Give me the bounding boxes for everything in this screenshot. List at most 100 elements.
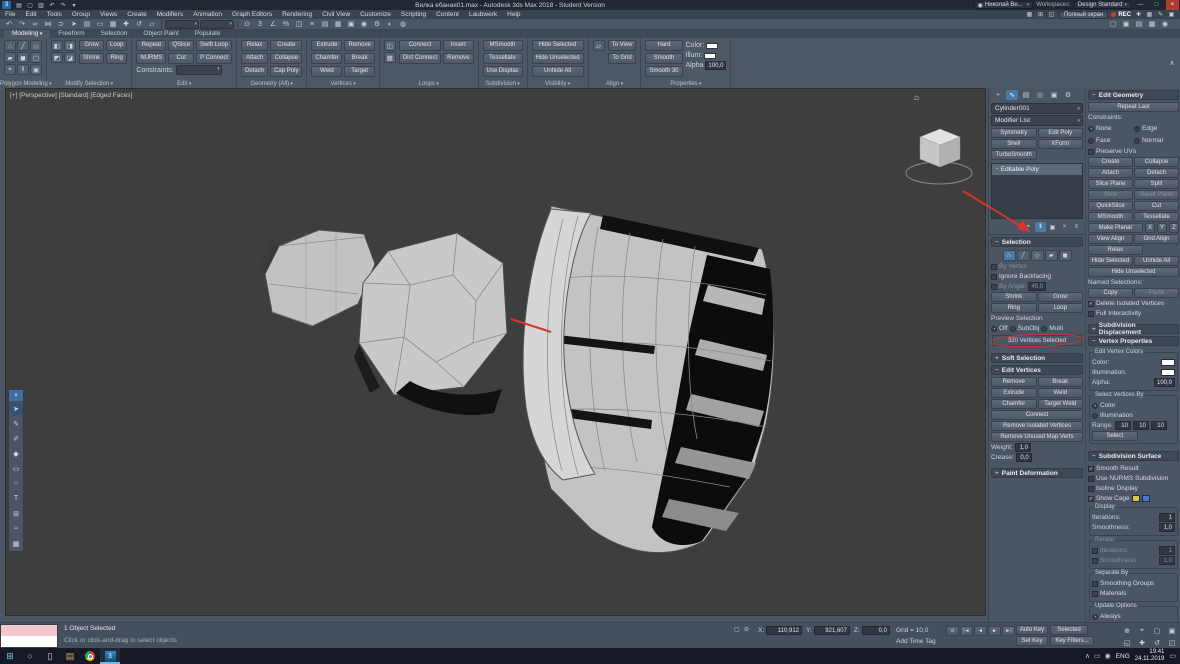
edit-vertices-button[interactable]: Weld	[1038, 388, 1084, 398]
show-end-result-icon[interactable]: ‖	[1035, 222, 1046, 232]
menu-item[interactable]: Edit	[20, 10, 41, 19]
smoothing-groups-checkbox[interactable]	[1092, 581, 1098, 587]
ribbon-button[interactable]: Hide Selected	[532, 40, 584, 51]
tab-object-paint[interactable]: Object Paint	[135, 30, 186, 38]
file-explorer-icon[interactable]: ▤	[60, 648, 80, 664]
use-nurms-checkbox[interactable]	[1088, 476, 1094, 482]
edit-geometry-button[interactable]: Tessellate	[1134, 212, 1179, 222]
snaps-toggle-icon[interactable]: 3	[254, 19, 266, 29]
circle-tool-icon[interactable]: ○	[9, 476, 23, 491]
user-account-dropdown[interactable]: ◉Николай Ве...	[974, 1, 1034, 9]
range-r-field[interactable]: 10	[1115, 421, 1131, 430]
weight-field[interactable]: 1,0	[1015, 443, 1031, 452]
paste-button[interactable]: Paste	[1134, 288, 1179, 298]
constraint-normal-radio[interactable]	[1134, 138, 1140, 144]
knife-tool-icon[interactable]: ◆	[9, 446, 23, 461]
render-smoothness-field[interactable]: 1,0	[1159, 556, 1175, 565]
hide-selected-button[interactable]: Hide Selected	[1088, 256, 1133, 266]
zoom-extents-all-icon[interactable]: ▣	[1165, 625, 1179, 636]
ribbon-button[interactable]: Chamfer	[311, 53, 342, 64]
rectangular-selection-region-icon[interactable]: ▭	[94, 19, 106, 29]
ribbon-button[interactable]: QSlice	[168, 40, 194, 51]
element-subobject-icon[interactable]: ◼	[1059, 250, 1072, 261]
view-cube[interactable]	[902, 115, 977, 195]
zoom-all-icon[interactable]: ⌖	[1135, 625, 1149, 636]
view-align-button[interactable]: View Align	[1088, 234, 1133, 244]
edge-subobject-icon[interactable]: ╱	[1017, 250, 1030, 261]
make-planar-icon[interactable]: ▱	[593, 40, 605, 51]
range-g-field[interactable]: 10	[1133, 421, 1149, 430]
pen-tool-icon[interactable]: ✎	[9, 416, 23, 431]
ribbon-button[interactable]: Target	[344, 66, 374, 77]
shrink-button[interactable]: Shrink	[991, 292, 1037, 302]
render-smoothness-checkbox[interactable]	[1092, 558, 1098, 564]
vertex-illum-swatch[interactable]	[704, 53, 716, 59]
scene-explorer-icon[interactable]: ▤	[1133, 19, 1145, 29]
display-filter-icon[interactable]: ▣	[1120, 19, 1132, 29]
fullscreen-button[interactable]: Полный экран	[1059, 11, 1108, 19]
ribbon-button[interactable]: Hide Unselected	[532, 53, 584, 64]
perspective-viewport[interactable]: [+] [Perspective] [Standard] [Edged Face…	[5, 88, 986, 616]
unhide-all-button[interactable]: Unhide All	[1134, 256, 1179, 266]
ribbon-button[interactable]: Collapse	[270, 53, 302, 64]
bind-to-space-warp-icon[interactable]: ⊃	[55, 19, 67, 29]
ribbon-button[interactable]: Extrude	[311, 40, 342, 51]
preview-subobj-radio[interactable]	[1010, 326, 1016, 332]
edit-vertices-button[interactable]: Target Weld	[1038, 399, 1084, 409]
hide-unselected-button[interactable]: Hide Unselected	[1088, 267, 1179, 277]
ribbon-button[interactable]: Dist Connect	[399, 53, 441, 64]
unlink-selection-icon[interactable]: ⋈	[42, 19, 54, 29]
select-object-icon[interactable]: ➤	[68, 19, 80, 29]
modifier-button[interactable]: TurboSmooth	[991, 150, 1037, 160]
maximize-viewport-toggle-icon[interactable]: ◰	[1165, 637, 1179, 648]
modifier-button[interactable]: Symmetry	[991, 128, 1037, 138]
ribbon-button[interactable]: To Grid	[608, 53, 637, 64]
motion-tab-icon[interactable]: ◎	[1034, 90, 1046, 100]
edit-geometry-button[interactable]: Slice	[1088, 190, 1133, 200]
auto-key-button[interactable]: Auto Key	[1016, 625, 1048, 635]
remove-isolated-vertices-button[interactable]: Remove Isolated Vertices	[991, 421, 1083, 431]
make-unique-icon[interactable]: ▣	[1047, 222, 1058, 232]
by-vertex-checkbox[interactable]	[991, 264, 997, 270]
menu-item[interactable]: Content	[431, 10, 464, 19]
ribbon-toggle-icon[interactable]: ▦	[1146, 19, 1158, 29]
remove-modifier-icon[interactable]: ×	[1059, 222, 1070, 232]
ribbon-button[interactable]: Tessellate	[483, 53, 523, 64]
modifier-button[interactable]: XForm	[1038, 139, 1084, 149]
3dsmax-taskbar-icon[interactable]: 3	[100, 648, 120, 664]
orbit-icon[interactable]: ↺	[1150, 637, 1164, 648]
edit-geometry-button[interactable]: Detach	[1134, 168, 1179, 178]
make-planar-y-button[interactable]: Y	[1157, 223, 1167, 233]
select-by-color-radio[interactable]	[1092, 403, 1098, 409]
ribbon-button[interactable]: Attach	[241, 53, 268, 64]
action-center-icon[interactable]: ▭	[1169, 652, 1176, 660]
ribbon-button[interactable]: Cut	[168, 53, 194, 64]
layer-manager-icon[interactable]: ▤	[319, 19, 331, 29]
autodesk-account-icon[interactable]: ◉	[1159, 19, 1171, 29]
section-label[interactable]: Align	[589, 81, 641, 87]
show-end-result-icon[interactable]: ‖	[17, 64, 29, 75]
edit-vertices-button[interactable]: Break	[1038, 377, 1084, 387]
edit-vertices-rollout-header[interactable]: −Edit Vertices	[991, 365, 1083, 375]
curve-editor-icon[interactable]: ▦	[332, 19, 344, 29]
ribbon-button[interactable]: MSmooth	[483, 40, 523, 51]
subdivision-surface-rollout-header[interactable]: −Subdivision Surface	[1088, 451, 1179, 461]
ribbon-button[interactable]: Break	[344, 53, 374, 64]
render-iterations-checkbox[interactable]	[1092, 548, 1098, 554]
grid-tool-icon[interactable]: ⊞	[9, 506, 23, 521]
align-icon[interactable]: ≡	[306, 19, 318, 29]
menu-item[interactable]: File	[0, 10, 20, 19]
maxscript-mini-listener[interactable]	[0, 624, 58, 648]
ring-button[interactable]: Ring	[991, 303, 1037, 313]
constraint-face-radio[interactable]	[1088, 138, 1094, 144]
flow-connect-icon[interactable]: ▦	[384, 52, 396, 63]
isolate-selection-icon[interactable]: ▢	[1107, 19, 1119, 29]
select-and-rotate-icon[interactable]: ↺	[133, 19, 145, 29]
cage-selected-color-swatch[interactable]	[1142, 495, 1150, 502]
select-by-illumination-radio[interactable]	[1092, 413, 1098, 419]
zoom-icon[interactable]: ⊕	[1120, 625, 1134, 636]
ribbon-button[interactable]: Remove	[443, 53, 473, 64]
wave-tool-icon[interactable]: ≈	[9, 521, 23, 536]
tray-status-icon[interactable]: ▭	[1094, 652, 1101, 660]
relax-button[interactable]: Relax	[1088, 245, 1143, 255]
